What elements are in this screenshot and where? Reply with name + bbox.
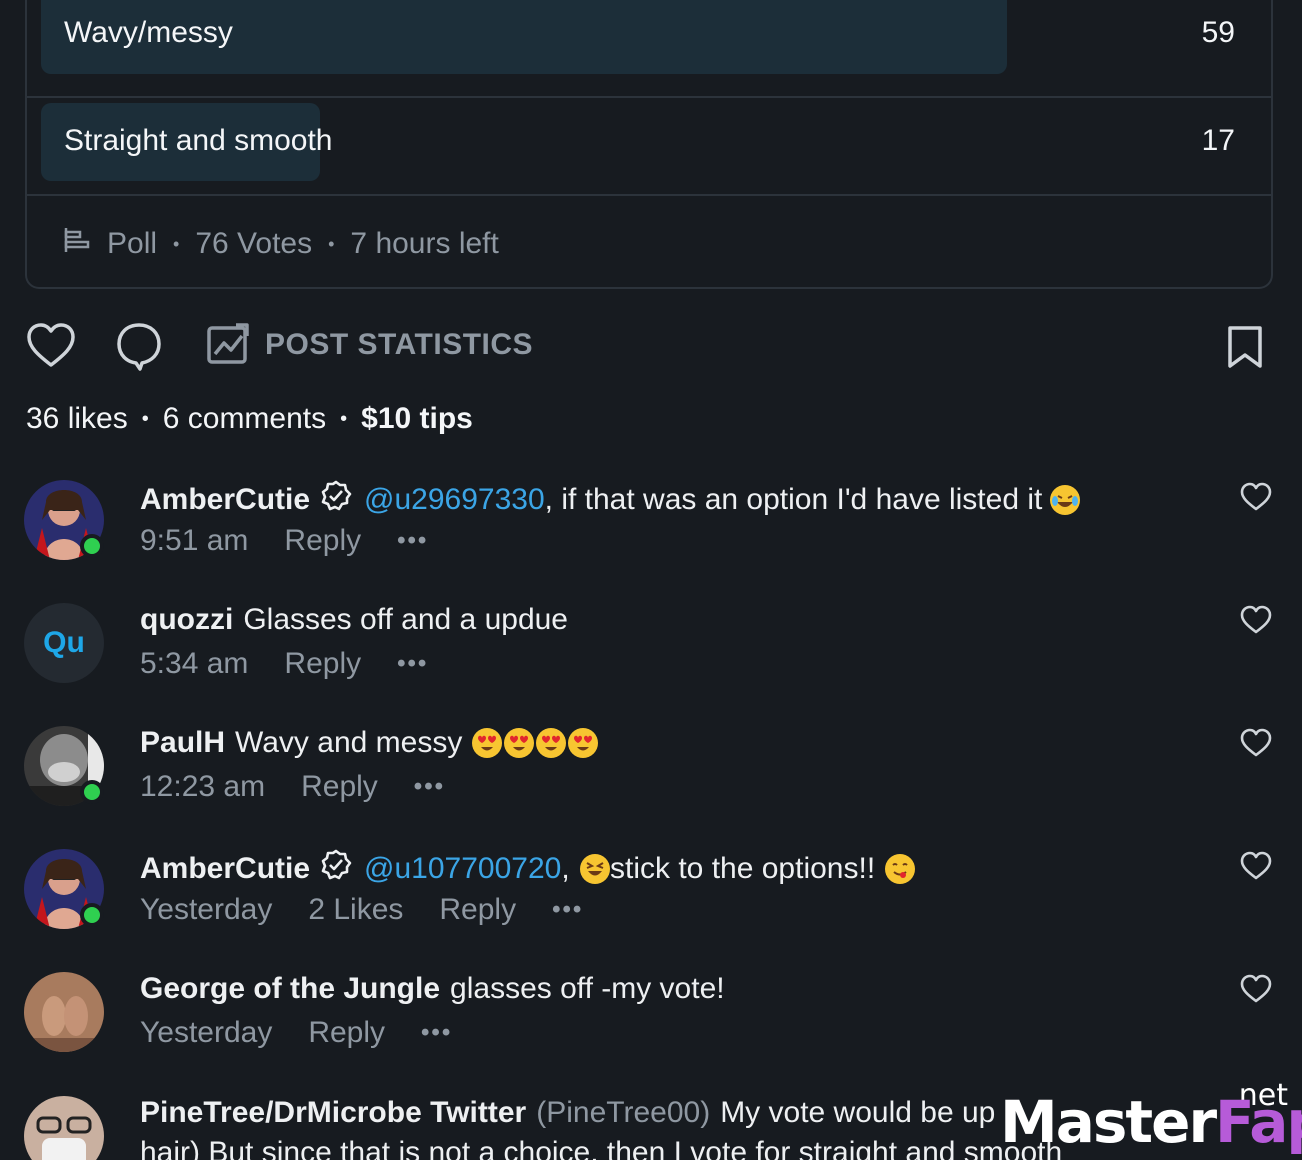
comment-item: AmberCutie @u29697330 , if that was an o… [24, 480, 1280, 590]
comment-like-heart-icon[interactable] [1240, 482, 1272, 517]
avatar-initials: Qu [24, 603, 104, 683]
comment-time: 12:23 am [140, 770, 266, 803]
comment-text: glasses off -my vote! [450, 972, 725, 1005]
comment-likes[interactable]: 2 Likes [308, 893, 403, 927]
reply-button[interactable]: Reply [308, 1016, 385, 1050]
avatar[interactable] [24, 1096, 104, 1160]
watermark-accent: Fap [1215, 1088, 1302, 1156]
comment-text: Wavy and messy [235, 726, 463, 759]
comment-time: Yesterday [140, 1016, 273, 1049]
poll-card: Wavy/messy 59 Straight and smooth 17 Pol… [25, 0, 1273, 289]
tips-amount: $10 tips [361, 402, 473, 435]
comment-like-heart-icon[interactable] [1240, 974, 1272, 1009]
more-options-button[interactable]: ••• [421, 1019, 452, 1047]
bookmark-icon[interactable] [1226, 324, 1264, 375]
comment-author[interactable]: PaulH [140, 726, 225, 760]
heart-eyes-emoji-group [470, 728, 599, 758]
comment-author[interactable]: AmberCutie [140, 483, 310, 517]
post-statistics-button[interactable]: POST STATISTICS [265, 328, 533, 362]
comment-mention[interactable]: @u29697330 [364, 483, 545, 517]
poll-votes: 76 Votes [195, 227, 313, 260]
reply-button[interactable]: Reply [301, 770, 378, 804]
more-options-button[interactable]: ••• [414, 773, 445, 801]
online-status-indicator [80, 903, 104, 927]
comment-mention[interactable]: @u107700720 [364, 852, 561, 886]
comment-like-heart-icon[interactable] [1240, 728, 1272, 763]
comment-author[interactable]: AmberCutie [140, 852, 310, 886]
comment-item: AmberCutie @u107700720 , stick to the op… [24, 849, 1280, 959]
comment-time: 5:34 am [140, 647, 249, 680]
heart-eyes-emoji-icon [568, 728, 599, 758]
poll-option-wavy[interactable]: Wavy/messy 59 [27, 0, 1271, 98]
comment-text: Glasses off and a updue [243, 603, 568, 636]
avatar[interactable] [24, 726, 104, 806]
comment-author-handle[interactable]: (PineTree00) [536, 1096, 710, 1130]
comment-author[interactable]: George of the Jungle [140, 972, 440, 1006]
poll-option-label: Wavy/messy [64, 16, 233, 49]
poll-icon [63, 226, 107, 262]
more-options-button[interactable]: ••• [397, 527, 428, 555]
comment-like-heart-icon[interactable] [1240, 851, 1272, 886]
watermark-logo: .net MasterFap [1000, 1078, 1302, 1160]
poll-option-count: 17 [1201, 124, 1235, 157]
comment-time: 9:51 am [140, 524, 249, 557]
more-options-button[interactable]: ••• [397, 650, 428, 678]
comment-time: Yesterday [140, 893, 273, 926]
poll-time-left: 7 hours left [350, 227, 499, 260]
verified-badge-icon [320, 480, 352, 520]
poll-type-label: Poll [107, 227, 158, 260]
post-summary: 36 likes • 6 comments • $10 tips [26, 402, 473, 436]
comment-bubble-icon[interactable] [116, 322, 162, 377]
poll-footer: Poll • 76 Votes • 7 hours left [63, 226, 499, 262]
verified-badge-icon [320, 849, 352, 889]
post-actions: POST STATISTICS [26, 322, 1276, 372]
poll-option-count: 59 [1201, 16, 1235, 49]
post-view: Wavy/messy 59 Straight and smooth 17 Pol… [0, 0, 1302, 1160]
yum-face-emoji-icon [885, 854, 916, 884]
comment-item: George of the Jungle glasses off -my vot… [24, 972, 1280, 1082]
comment-author[interactable]: quozzi [140, 603, 233, 637]
statistics-chart-icon[interactable] [206, 322, 250, 371]
likes-count[interactable]: 36 likes [26, 402, 128, 436]
comment-author[interactable]: PineTree/DrMicrobe Twitter [140, 1096, 526, 1130]
poll-option-label: Straight and smooth [64, 124, 333, 157]
avatar[interactable] [24, 972, 104, 1052]
comment-text: stick to the options!! [610, 852, 876, 885]
comment-text: , if that was an option I'd have listed … [544, 483, 1043, 516]
like-heart-icon[interactable] [26, 322, 76, 375]
comment-like-heart-icon[interactable] [1240, 605, 1272, 640]
laughing-tears-emoji-icon [1050, 485, 1081, 515]
online-status-indicator [80, 534, 104, 558]
online-status-indicator [80, 780, 104, 804]
comment-item: PaulH Wavy and messy 12:23 am Reply ••• [24, 726, 1280, 836]
reply-button[interactable]: Reply [284, 647, 361, 681]
heart-eyes-emoji-icon [504, 728, 535, 758]
heart-eyes-emoji-icon [536, 728, 567, 758]
reply-button[interactable]: Reply [284, 524, 361, 558]
reply-button[interactable]: Reply [439, 893, 516, 927]
grinning-squint-emoji-icon [580, 854, 611, 884]
heart-eyes-emoji-icon [472, 728, 503, 758]
more-options-button[interactable]: ••• [552, 896, 583, 924]
comments-count[interactable]: 6 comments [163, 402, 326, 436]
avatar[interactable] [24, 849, 104, 929]
avatar[interactable] [24, 480, 104, 560]
watermark-main: Master [1000, 1088, 1217, 1156]
comment-item: Qu quozzi Glasses off and a updue 5:34 a… [24, 603, 1280, 713]
comment-text-continued: hair) But since that is not a choice, th… [140, 1136, 1063, 1160]
comment-text: , [561, 852, 579, 885]
comment-text: My vote would be up [720, 1096, 996, 1129]
avatar[interactable]: Qu [24, 603, 104, 683]
poll-option-straight[interactable]: Straight and smooth 17 [27, 88, 1271, 196]
